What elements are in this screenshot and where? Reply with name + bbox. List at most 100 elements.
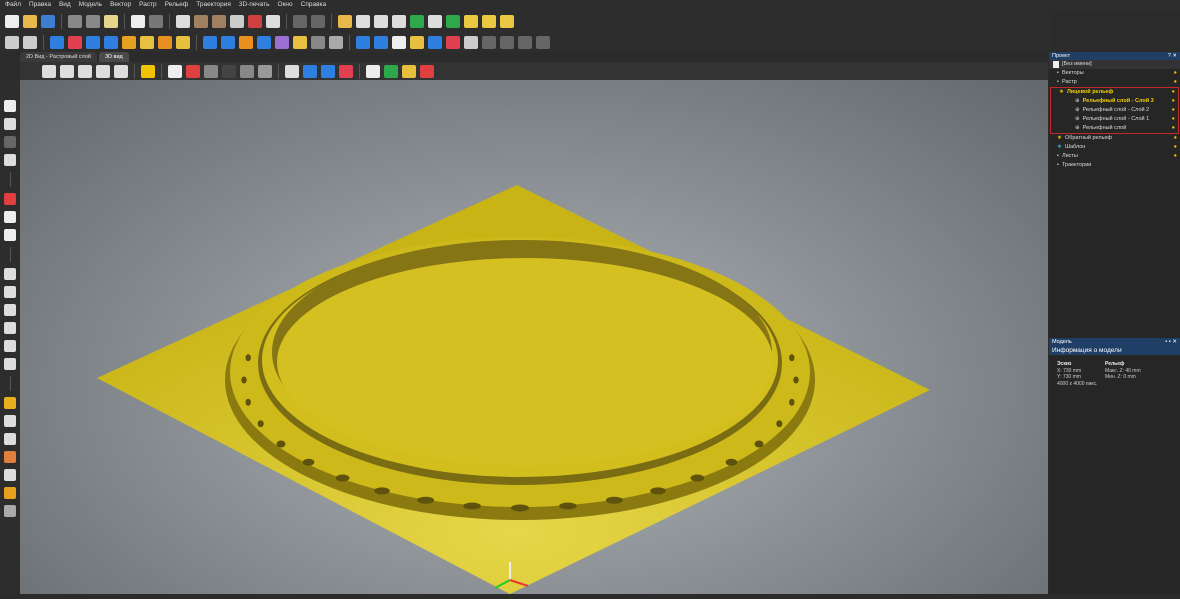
rect-icon[interactable] (482, 35, 496, 49)
tree-item[interactable]: ▪ Листы ● (1049, 152, 1180, 161)
wire-icon[interactable] (285, 64, 299, 78)
new-file-icon[interactable] (5, 14, 19, 28)
project-root[interactable]: [Без имени] (1049, 60, 1180, 69)
pointer-icon[interactable] (222, 64, 236, 78)
layers-icon[interactable] (410, 35, 424, 49)
layer-green-icon[interactable] (446, 14, 460, 28)
relief-flat-icon[interactable] (203, 35, 217, 49)
settings-icon[interactable] (23, 35, 37, 49)
tree-item[interactable]: ★ Обратный рельеф ● (1049, 134, 1180, 143)
layer-view-icon[interactable] (321, 64, 335, 78)
line-icon[interactable] (4, 505, 16, 517)
drop-icon[interactable] (4, 397, 16, 409)
fill-icon[interactable] (4, 229, 16, 241)
tree-item[interactable]: ⊕ Рельефный слой - Слой 3 ● (1051, 97, 1178, 106)
menu-item[interactable]: Рельеф (165, 0, 189, 10)
wave-icon[interactable] (482, 14, 496, 28)
eraser-icon[interactable] (68, 35, 82, 49)
arrows-icon[interactable] (329, 35, 343, 49)
node-icon[interactable] (374, 14, 388, 28)
eraser2-icon[interactable] (4, 469, 16, 481)
grid-view-icon[interactable] (204, 64, 218, 78)
light-icon[interactable] (141, 64, 155, 78)
undo-icon[interactable] (131, 14, 145, 28)
color-icon[interactable] (384, 64, 398, 78)
relief-cone-icon[interactable] (86, 35, 100, 49)
copy-icon[interactable] (86, 14, 100, 28)
tab-3d-view[interactable]: 3D вид (98, 52, 129, 62)
curve-icon[interactable] (500, 14, 514, 28)
cube-front-icon[interactable] (60, 64, 74, 78)
open-folder-icon[interactable] (23, 14, 37, 28)
cut-icon[interactable] (68, 14, 82, 28)
eraser-tool-icon[interactable] (4, 211, 16, 223)
visibility-bulb-icon[interactable]: ● (1172, 115, 1175, 124)
tree-item[interactable]: ▪ Растр ● (1049, 78, 1180, 87)
image-icon[interactable] (428, 14, 442, 28)
zoom-fit-icon[interactable] (114, 64, 128, 78)
rectangle-icon[interactable] (4, 286, 16, 298)
cube-iso-icon[interactable] (42, 64, 56, 78)
relief-multi-icon[interactable] (104, 35, 118, 49)
grid-icon[interactable] (230, 14, 244, 28)
relief-plane-icon[interactable] (239, 35, 253, 49)
zoom-icon[interactable] (5, 35, 19, 49)
scale-icon[interactable] (266, 14, 280, 28)
plane-view-icon[interactable] (168, 64, 182, 78)
menu-item[interactable]: Траектория (196, 0, 231, 10)
ruler-icon[interactable] (240, 64, 254, 78)
bucket-icon[interactable] (4, 487, 16, 499)
relief-pin-icon[interactable] (428, 35, 442, 49)
menu-item[interactable]: Модель (79, 0, 102, 10)
visibility-bulb-icon[interactable]: ● (1174, 69, 1177, 78)
split-icon[interactable] (212, 14, 226, 28)
circle-icon[interactable] (4, 304, 16, 316)
tab-2d-view[interactable]: 2D Вид - Растровый слой (20, 52, 97, 62)
menu-item[interactable]: Вектор (110, 0, 131, 10)
polyline-icon[interactable] (4, 268, 16, 280)
relief-scale-icon[interactable] (356, 35, 370, 49)
relief-import-icon[interactable] (410, 14, 424, 28)
grid-tool-icon[interactable] (4, 154, 16, 166)
relief-add-icon[interactable] (257, 35, 271, 49)
tree-item[interactable]: ★ Шаблон ● (1049, 143, 1180, 152)
model-size-icon[interactable] (194, 14, 208, 28)
vector-import-icon[interactable] (338, 14, 352, 28)
menu-item[interactable]: Окно (278, 0, 293, 10)
visibility-bulb-icon[interactable]: ● (1172, 124, 1175, 133)
text-icon[interactable] (4, 358, 16, 370)
model-info-header[interactable]: Информация о модели (1049, 346, 1180, 355)
panel-controls[interactable]: ? ✕ (1168, 52, 1177, 60)
visibility-bulb-icon[interactable]: ● (1174, 78, 1177, 87)
tree-item[interactable]: ⊕ Рельефный слой - Слой 1 ● (1051, 115, 1178, 124)
visibility-bulb-icon[interactable]: ● (1172, 106, 1175, 115)
visibility-bulb-icon[interactable]: ● (1172, 97, 1175, 106)
relief-bake-icon[interactable] (140, 35, 154, 49)
tree-item[interactable]: ▪ Векторы ● (1049, 69, 1180, 78)
arc-icon[interactable] (4, 340, 16, 352)
pin-icon[interactable] (248, 14, 262, 28)
relief-white-icon[interactable] (392, 35, 406, 49)
vector-draw-icon[interactable] (356, 14, 370, 28)
relief-star-icon[interactable] (176, 35, 190, 49)
relief-offset-icon[interactable] (374, 35, 388, 49)
texture-icon[interactable] (122, 35, 136, 49)
pencil-icon[interactable] (4, 433, 16, 445)
box-icon[interactable] (258, 64, 272, 78)
relief-view-icon[interactable] (303, 64, 317, 78)
magnet-icon[interactable] (464, 35, 478, 49)
visibility-bulb-icon[interactable]: ● (1174, 152, 1177, 161)
redo-icon[interactable] (149, 14, 163, 28)
shape-icon[interactable] (293, 14, 307, 28)
frame-icon[interactable] (536, 35, 550, 49)
menu-item[interactable]: 3D-печать (239, 0, 270, 10)
relief-layer-icon[interactable] (275, 35, 289, 49)
tree-item[interactable]: ▪ Траектории (1049, 161, 1180, 170)
paste-icon[interactable] (104, 14, 118, 28)
snowflake-icon[interactable] (392, 14, 406, 28)
menu-item[interactable]: Растр (139, 0, 157, 10)
material-icon[interactable] (402, 64, 416, 78)
menu-item[interactable]: Файл (5, 0, 21, 10)
visibility-bulb-icon[interactable]: ● (1174, 134, 1177, 143)
save-icon[interactable] (41, 14, 55, 28)
